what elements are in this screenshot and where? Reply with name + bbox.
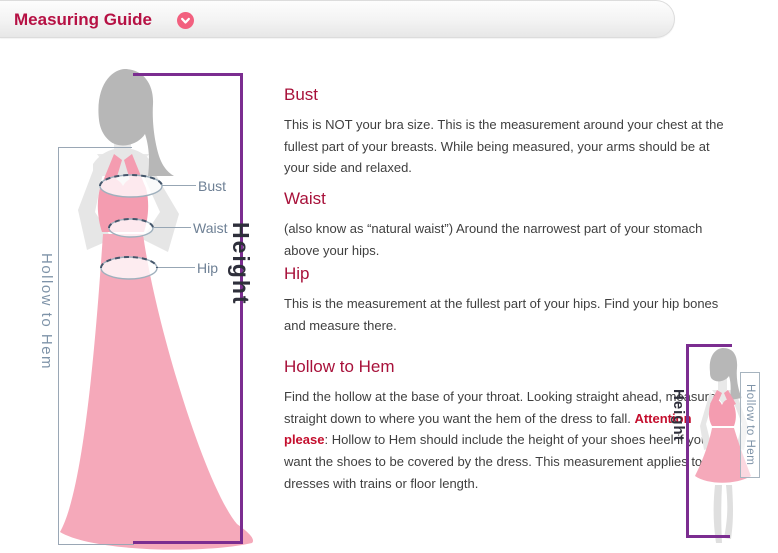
hollow-to-hem-label-large: Hollow to Hem [38, 253, 55, 370]
height-bracket-vertical [240, 73, 243, 544]
section-heading-hip: Hip [284, 264, 734, 284]
section-heading-waist: Waist [284, 189, 734, 209]
small-height-bracket-bottom [686, 535, 730, 538]
measuring-guide-header-bar[interactable]: Measuring Guide [0, 0, 675, 38]
section-body-waist: (also know as “natural waist”) Around th… [284, 218, 734, 261]
hollow-bracket-top [58, 147, 132, 148]
section-body-bust: This is NOT your bra size. This is the m… [284, 114, 734, 179]
section-heading-hollow: Hollow to Hem [284, 357, 734, 377]
dress-skirt [60, 234, 253, 550]
small-figure-right-leg [724, 485, 733, 539]
measuring-guide-panel: Measuring Guide [0, 0, 778, 553]
height-bracket-bottom [133, 541, 243, 544]
hip-tape-ring [101, 257, 157, 279]
dress-figure-large [55, 62, 265, 552]
page-title: Measuring Guide [14, 1, 152, 38]
section-hip: Hip This is the measurement at the fulle… [284, 264, 734, 336]
section-bust: Bust This is NOT your bra size. This is … [284, 85, 734, 179]
bust-label: Bust [198, 178, 226, 194]
section-body-hollow: Find the hollow at the base of your thro… [284, 386, 734, 495]
height-label-small: Height [670, 389, 687, 442]
height-bracket-top [133, 73, 243, 76]
hollow-to-hem-label-small: Hollow to Hem [744, 384, 756, 465]
hollow-bracket-vertical [58, 147, 59, 545]
bust-callout-line [162, 185, 196, 186]
section-hollow-to-hem: Hollow to Hem Find the hollow at the bas… [284, 357, 734, 495]
waist-tape-ring [109, 219, 153, 237]
chevron-down-icon[interactable] [177, 12, 194, 29]
section-body-hip: This is the measurement at the fullest p… [284, 293, 734, 336]
small-dress-bodice [709, 399, 736, 426]
hollow-to-hem-box-small: Hollow to Hem [740, 372, 760, 478]
section-waist: Waist (also know as “natural waist”) Aro… [284, 189, 734, 261]
hollow-bracket-bottom [58, 544, 134, 545]
small-height-bracket-top [686, 344, 732, 347]
hip-label: Hip [197, 260, 218, 276]
waist-label: Waist [193, 220, 227, 236]
section-heading-bust: Bust [284, 85, 734, 105]
height-label-large: Height [227, 222, 254, 306]
waist-callout-line [153, 227, 191, 228]
hip-callout-line [158, 267, 195, 268]
bust-tape-ring [100, 175, 162, 197]
